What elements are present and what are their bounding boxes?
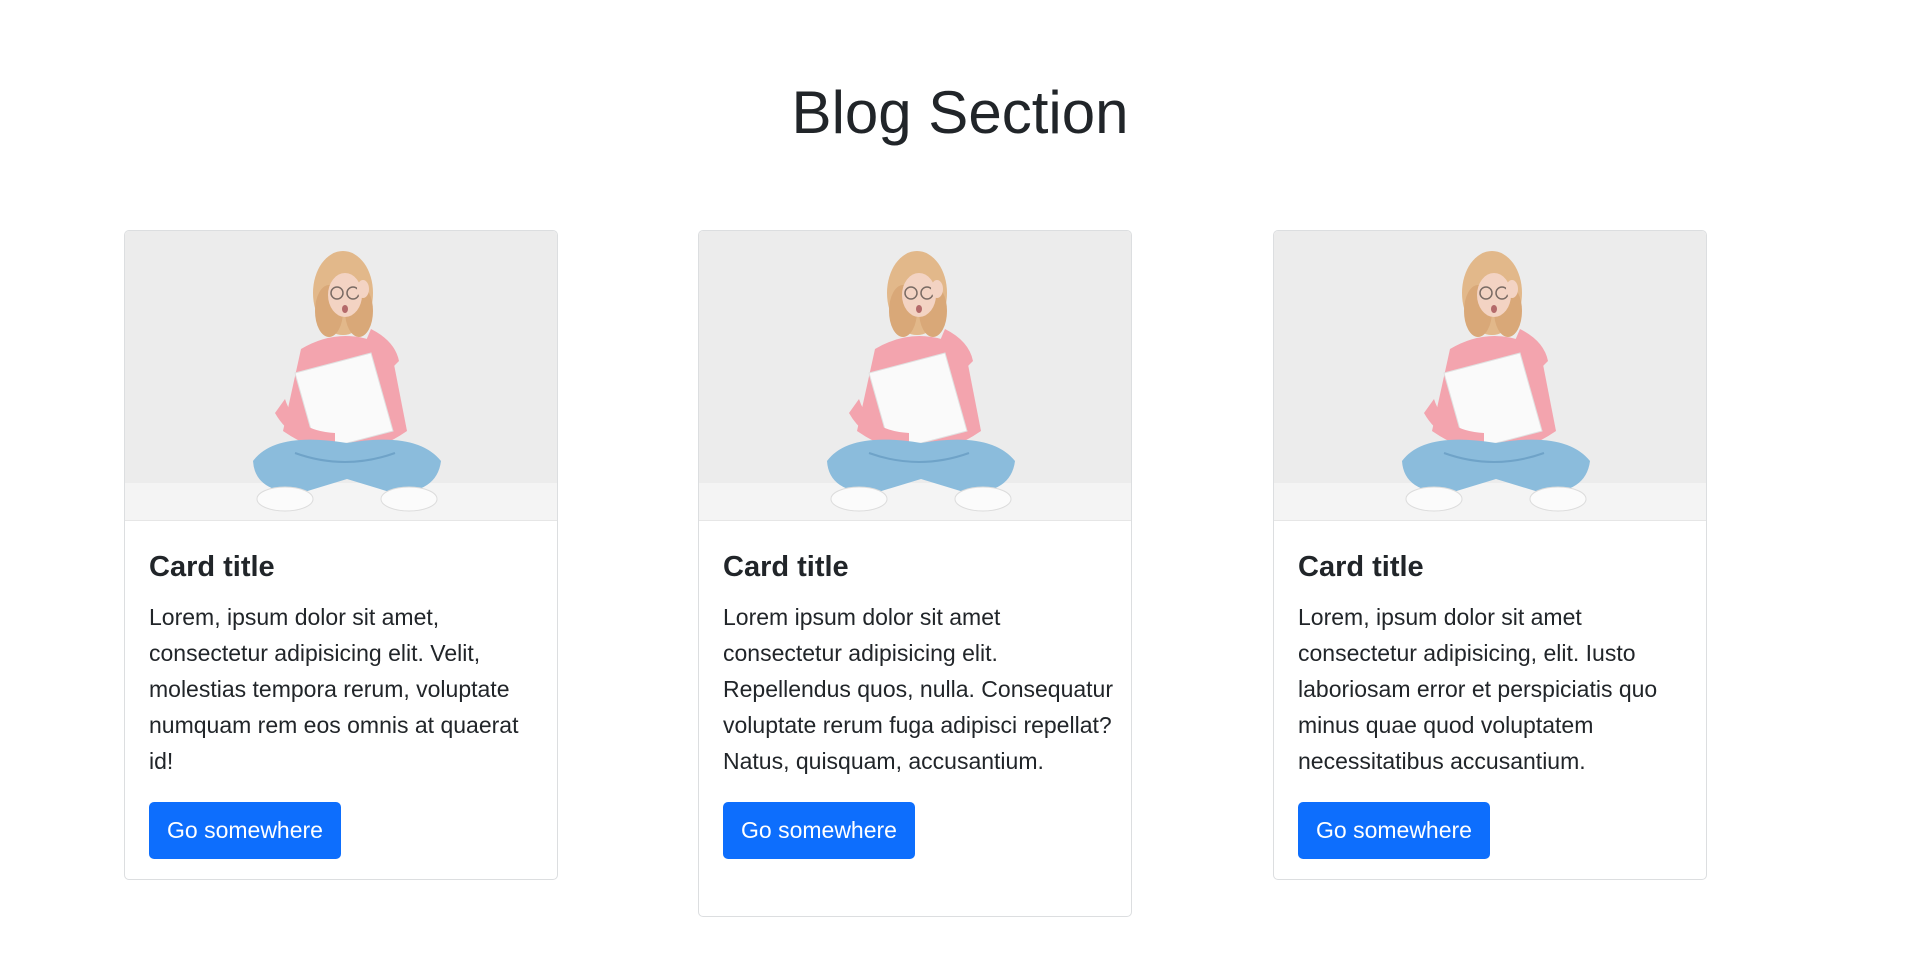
card-title: Card title (149, 551, 275, 583)
blog-card: Card title Lorem, ipsum dolor sit amet c… (1273, 230, 1707, 880)
go-somewhere-button[interactable]: Go somewhere (1298, 802, 1490, 859)
card-image (1274, 231, 1706, 521)
card-body: Card title Lorem ipsum dolor sit amet co… (699, 521, 1131, 859)
card-image (699, 231, 1131, 521)
card-text: Lorem, ipsum dolor sit amet consectetur … (1298, 604, 1658, 774)
section-title: Blog Section (791, 79, 1129, 146)
card-body: Card title Lorem, ipsum dolor sit amet, … (125, 521, 557, 859)
card-text: Lorem, ipsum dolor sit amet, consectetur… (149, 604, 519, 774)
card-text: Lorem ipsum dolor sit amet consectetur a… (723, 604, 1113, 774)
go-somewhere-button[interactable]: Go somewhere (723, 802, 915, 859)
go-somewhere-button[interactable]: Go somewhere (149, 802, 341, 859)
card-image (125, 231, 557, 521)
card-title: Card title (723, 551, 849, 583)
blog-card: Card title Lorem, ipsum dolor sit amet, … (124, 230, 558, 880)
card-body: Card title Lorem, ipsum dolor sit amet c… (1274, 521, 1706, 859)
card-title: Card title (1298, 551, 1424, 583)
blog-page: Blog Section Card title Lorem, ipsum dol… (0, 0, 1920, 972)
blog-card: Card title Lorem ipsum dolor sit amet co… (698, 230, 1132, 917)
